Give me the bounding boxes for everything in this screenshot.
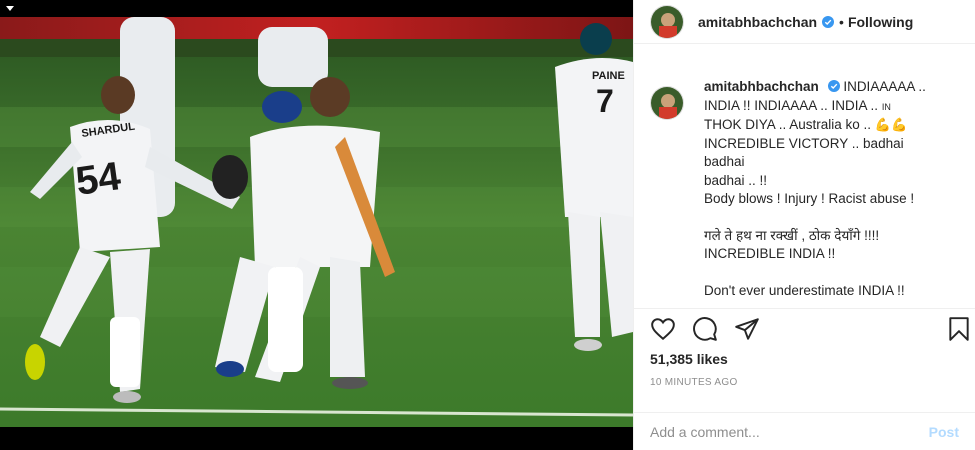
chevron-down-icon[interactable] <box>4 2 16 14</box>
post-side-panel: amitabhbachchan • Following amitabhbachc… <box>633 0 975 450</box>
jersey-right-number: 7 <box>596 83 614 119</box>
separator-dot: • <box>839 13 844 30</box>
caption-line-9: Don't ever underestimate INDIA !! <box>704 282 905 298</box>
post-button[interactable]: Post <box>929 424 959 440</box>
caption-text: amitabhbachchan INDIAAAAA .. INDIA !! IN… <box>704 78 944 308</box>
jersey-left-number: 54 <box>73 154 124 204</box>
avatar[interactable] <box>650 4 684 39</box>
verified-badge-icon <box>827 80 840 92</box>
caption-gap <box>704 209 944 227</box>
post-photo[interactable]: SHARDUL 54 PAINE 7 <box>0 0 633 450</box>
caption-line-2: INDIA !! INDIAAAA .. INDIA .. <box>704 97 882 113</box>
caption-line-4: INCREDIBLE VICTORY .. badhai badhai <box>704 135 904 170</box>
post-timestamp[interactable]: 10 MINUTES AGO <box>650 377 738 388</box>
caption-gap <box>704 264 944 282</box>
post-header: amitabhbachchan • Following <box>634 0 975 44</box>
cricket-celebration-image: SHARDUL 54 PAINE 7 <box>0 17 633 427</box>
flexed-biceps-emoji: 💪💪 <box>874 117 908 132</box>
likes-count[interactable]: 51,385 likes <box>650 351 728 367</box>
caption-line-5: badhai .. !! <box>704 172 768 188</box>
caption-line-3: THOK DIYA .. Australia ko .. <box>704 117 875 132</box>
comment-icon[interactable] <box>692 316 718 342</box>
following-button[interactable]: Following <box>848 14 913 30</box>
caption-avatar[interactable] <box>650 86 684 120</box>
heart-icon[interactable] <box>650 316 676 342</box>
caption-username[interactable]: amitabhbachchan <box>704 79 819 94</box>
jersey-right-name: PAINE <box>592 70 625 82</box>
caption-line-7: गले ते हथ ना रक्खीं , ठोक देयाँगे !!!! <box>704 227 880 243</box>
caption: amitabhbachchan INDIAAAAA .. INDIA !! IN… <box>650 78 965 308</box>
action-bar <box>634 308 975 348</box>
header-username[interactable]: amitabhbachchan <box>698 14 817 30</box>
caption-line-2-small: IN <box>881 101 891 112</box>
bookmark-icon[interactable] <box>946 316 972 342</box>
caption-line-1: INDIAAAAA .. <box>843 79 926 94</box>
caption-line-8: INCREDIBLE INDIA !! <box>704 246 836 261</box>
share-icon[interactable] <box>734 316 760 342</box>
comment-bar: Post <box>634 412 975 450</box>
comment-input[interactable] <box>650 423 929 440</box>
caption-line-6: Body blows ! Injury ! Racist abuse ! <box>704 191 915 206</box>
verified-badge-icon <box>822 15 835 28</box>
